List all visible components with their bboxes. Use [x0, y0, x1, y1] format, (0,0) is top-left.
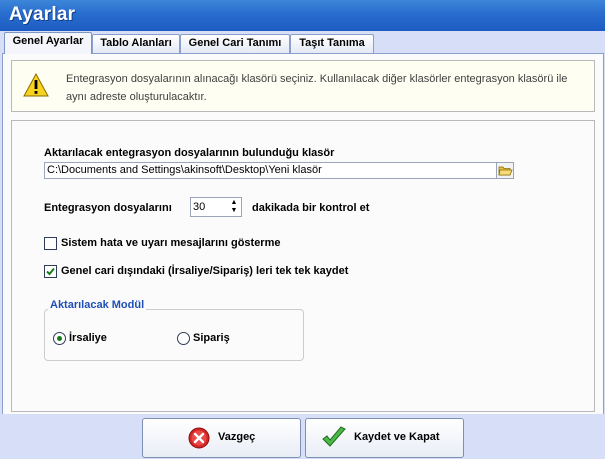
- radio-siparis[interactable]: [177, 332, 190, 345]
- interval-prefix-label: Entegrasyon dosyalarını: [44, 202, 172, 214]
- tab-label: Genel Ayarlar: [12, 35, 84, 47]
- main-settings-box: Aktarılacak entegrasyon dosyalarının bul…: [11, 120, 595, 412]
- spin-up-icon[interactable]: ▲: [228, 199, 240, 207]
- settings-panel: Entegrasyon dosyalarının alınacağı klasö…: [2, 53, 604, 415]
- interval-input[interactable]: [193, 199, 225, 215]
- tab-label: Genel Cari Tanımı: [188, 37, 282, 49]
- tab-label: Tablo Alanları: [100, 37, 172, 49]
- spinner-buttons: ▲ ▼: [228, 199, 240, 215]
- window-title: Ayarlar: [9, 4, 76, 25]
- radio-selected-dot: [57, 336, 62, 341]
- tab-genel-ayarlar[interactable]: Genel Ayarlar: [4, 32, 92, 54]
- cancel-button-label: Vazgeç: [218, 431, 256, 443]
- tab-label: Taşıt Tanıma: [299, 37, 365, 49]
- footer-bar: Vazgeç Kaydet ve Kapat: [0, 414, 605, 459]
- warning-text: Entegrasyon dosyalarının alınacağı klasö…: [66, 73, 568, 103]
- radio-irsaliye-label: İrsaliye: [69, 332, 107, 344]
- interval-suffix-label: dakikada bir kontrol et: [252, 202, 370, 214]
- warning-triangle-icon: [23, 73, 49, 97]
- title-bar: Ayarlar: [0, 0, 605, 31]
- folder-open-icon[interactable]: [496, 162, 514, 179]
- tab-tablo-alanlari[interactable]: Tablo Alanları: [92, 34, 180, 53]
- interval-spinner[interactable]: ▲ ▼: [190, 197, 242, 217]
- cancel-button[interactable]: Vazgeç: [142, 418, 301, 458]
- checkmark-icon: [46, 267, 55, 276]
- tab-genel-cari-tanimi[interactable]: Genel Cari Tanımı: [180, 34, 290, 53]
- folder-label: Aktarılacak entegrasyon dosyalarının bul…: [44, 147, 335, 159]
- spin-down-icon[interactable]: ▼: [228, 207, 240, 215]
- module-group-title: Aktarılacak Modül: [48, 299, 147, 311]
- warning-box: Entegrasyon dosyalarının alınacağı klasö…: [11, 60, 595, 112]
- tab-bar: Genel Ayarlar Tablo Alanları Genel Cari …: [0, 31, 605, 54]
- hide-error-messages-label: Sistem hata ve uyarı mesajlarını gösterm…: [61, 237, 281, 249]
- save-and-close-button[interactable]: Kaydet ve Kapat: [305, 418, 464, 458]
- cancel-x-icon: [188, 427, 210, 449]
- radio-siparis-label: Sipariş: [193, 332, 230, 344]
- checkmark-icon: [322, 426, 346, 447]
- radio-irsaliye[interactable]: [53, 332, 66, 345]
- save-separately-label: Genel cari dışındaki (İrsaliye/Sipariş) …: [61, 265, 349, 277]
- tab-tasit-tanima[interactable]: Taşıt Tanıma: [290, 34, 374, 53]
- folder-path-input[interactable]: [44, 162, 504, 179]
- hide-error-messages-checkbox[interactable]: [44, 237, 57, 250]
- save-separately-checkbox[interactable]: [44, 265, 57, 278]
- save-and-close-button-label: Kaydet ve Kapat: [354, 431, 440, 443]
